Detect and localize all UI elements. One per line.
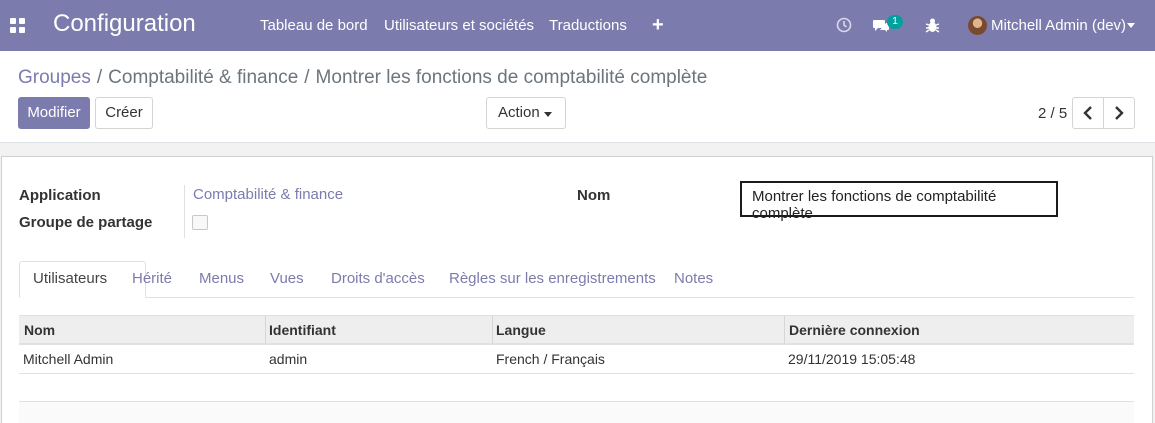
column-header-derniere-connexion[interactable]: Dernière connexion [789,322,920,338]
tabs-border [19,297,1134,298]
application-value-link[interactable]: Comptabilité & finance [193,186,343,203]
name-label: Nom [577,187,611,204]
field-divider [184,185,185,238]
action-dropdown[interactable]: Action [486,97,566,129]
edit-button[interactable]: Modifier [18,97,90,129]
column-divider [492,316,493,344]
cell-identifiant: admin [269,351,308,367]
application-label: Application [19,187,101,204]
column-divider [784,316,785,344]
cell-derniere-connexion: 29/11/2019 15:05:48 [788,351,916,367]
cell-nom: Mitchell Admin [23,351,114,367]
user-avatar[interactable] [968,16,987,35]
plus-icon[interactable]: + [652,14,664,37]
breadcrumb-groupes[interactable]: Groupes [18,67,91,88]
tab-menus[interactable]: Menus [199,270,244,287]
breadcrumb-current: Montrer les fonctions de comptabilité co… [315,67,708,88]
tab-droits-acces[interactable]: Droits d'accès [331,270,425,287]
share-group-checkbox[interactable] [192,215,208,230]
name-field[interactable]: Montrer les fonctions de comptabilité co… [740,181,1058,222]
debug-bug-icon[interactable] [925,17,940,34]
messages-count-badge: 1 [887,15,903,29]
column-header-identifiant[interactable]: Identifiant [269,322,336,338]
table-row[interactable]: Mitchell Admin admin French / Français 2… [19,345,1134,374]
pager-value[interactable]: 2 / 5 [1038,105,1067,122]
share-group-label: Groupe de partage [19,214,153,231]
pager-next-button[interactable] [1103,97,1135,129]
table-footer [19,401,1134,423]
cell-langue: French / Français [496,351,605,367]
top-navbar: Configuration Tableau de bord Utilisateu… [0,0,1155,51]
app-title[interactable]: Configuration [53,10,196,38]
control-panel: Groupes / Comptabilité & finance / Montrer l… [0,51,1155,143]
breadcrumb: Groupes / Comptabilité & finance / Montrer l… [18,67,707,89]
menu-tableau-de-bord[interactable]: Tableau de bord [260,17,368,34]
activity-clock-icon[interactable] [836,17,852,33]
column-header-langue[interactable]: Langue [496,322,546,338]
action-label: Action [498,104,540,121]
tab-herite[interactable]: Hérité [132,270,172,287]
column-divider [265,316,266,344]
apps-menu-icon[interactable] [10,18,25,33]
pager-previous-button[interactable] [1072,97,1104,129]
menu-traductions[interactable]: Traductions [549,17,627,34]
tab-utilisateurs[interactable]: Utilisateurs [33,270,107,287]
column-header-nom[interactable]: Nom [24,322,55,338]
user-menu[interactable]: Mitchell Admin (dev) [991,17,1126,34]
breadcrumb-separator: / [304,67,310,88]
breadcrumb-category: Comptabilité & finance [108,67,299,88]
chevron-right-icon [1115,106,1124,120]
menu-utilisateurs-societes[interactable]: Utilisateurs et sociétés [384,17,534,34]
chevron-left-icon [1083,106,1092,120]
tab-regles-enregistrements[interactable]: Règles sur les enregistrements [449,270,656,287]
users-table-header: Nom Identifiant Langue Dernière connexio… [19,315,1134,345]
user-menu-caret-icon[interactable] [1127,23,1135,28]
tab-vues[interactable]: Vues [270,270,304,287]
breadcrumb-separator: / [96,67,103,88]
tab-notes[interactable]: Notes [674,270,713,287]
create-button[interactable]: Créer [95,97,153,129]
action-caret-icon [544,112,552,117]
